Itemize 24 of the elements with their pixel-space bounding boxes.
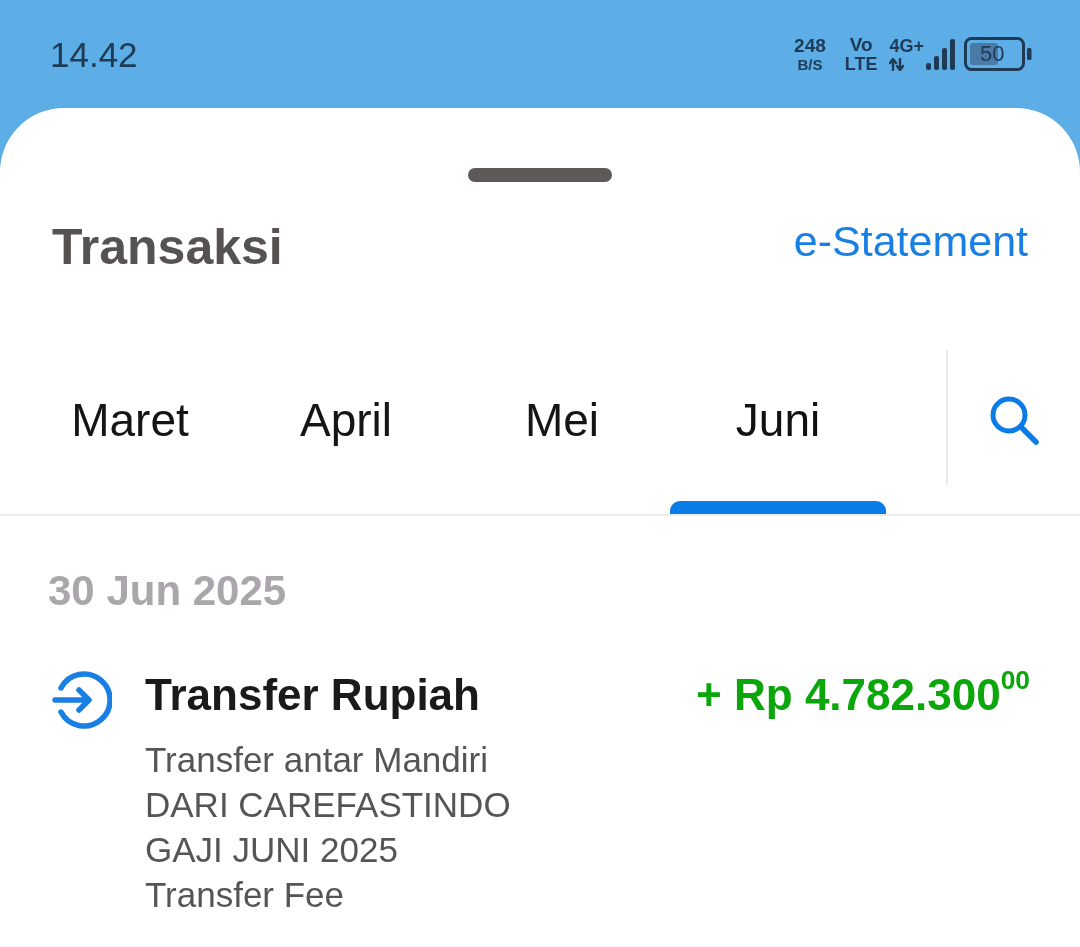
- month-tab[interactable]: April: [238, 350, 454, 514]
- month-tab[interactable]: Mei: [454, 350, 670, 514]
- status-time: 14.42: [50, 36, 138, 72]
- volte-label: LTE: [844, 55, 878, 73]
- network-type-label: 4G+: [889, 37, 924, 55]
- transaction-amount: + Rp 4.782.300$^{00}$: [696, 670, 1030, 720]
- search-icon: [988, 394, 1040, 446]
- signal-strength-icon: [925, 38, 955, 71]
- data-speed-unit: B/S: [797, 57, 823, 72]
- page-title: Transaksi: [52, 218, 283, 277]
- transaction-detail: DARI CAREFASTINDO: [145, 784, 512, 826]
- e-statement-link[interactable]: e-Statement: [793, 216, 1028, 278]
- transaction-detail: Transfer antar Mandiri: [145, 739, 489, 781]
- month-tab[interactable]: Maret: [22, 350, 238, 514]
- data-activity-icon: [889, 58, 906, 71]
- month-tab[interactable]: Juni: [670, 350, 886, 514]
- transaction-title: Transfer Rupiah: [145, 670, 480, 720]
- incoming-transfer-icon: [52, 670, 112, 730]
- transaction-detail: Transfer Fee: [145, 874, 346, 916]
- data-speed-value: 248: [794, 36, 826, 55]
- date-heading: 30 Jun 2025: [47, 567, 288, 615]
- transaction-detail: GAJI JUNI 2025: [145, 829, 399, 871]
- volte-label: Vo: [849, 35, 873, 54]
- drag-handle[interactable]: [468, 168, 612, 182]
